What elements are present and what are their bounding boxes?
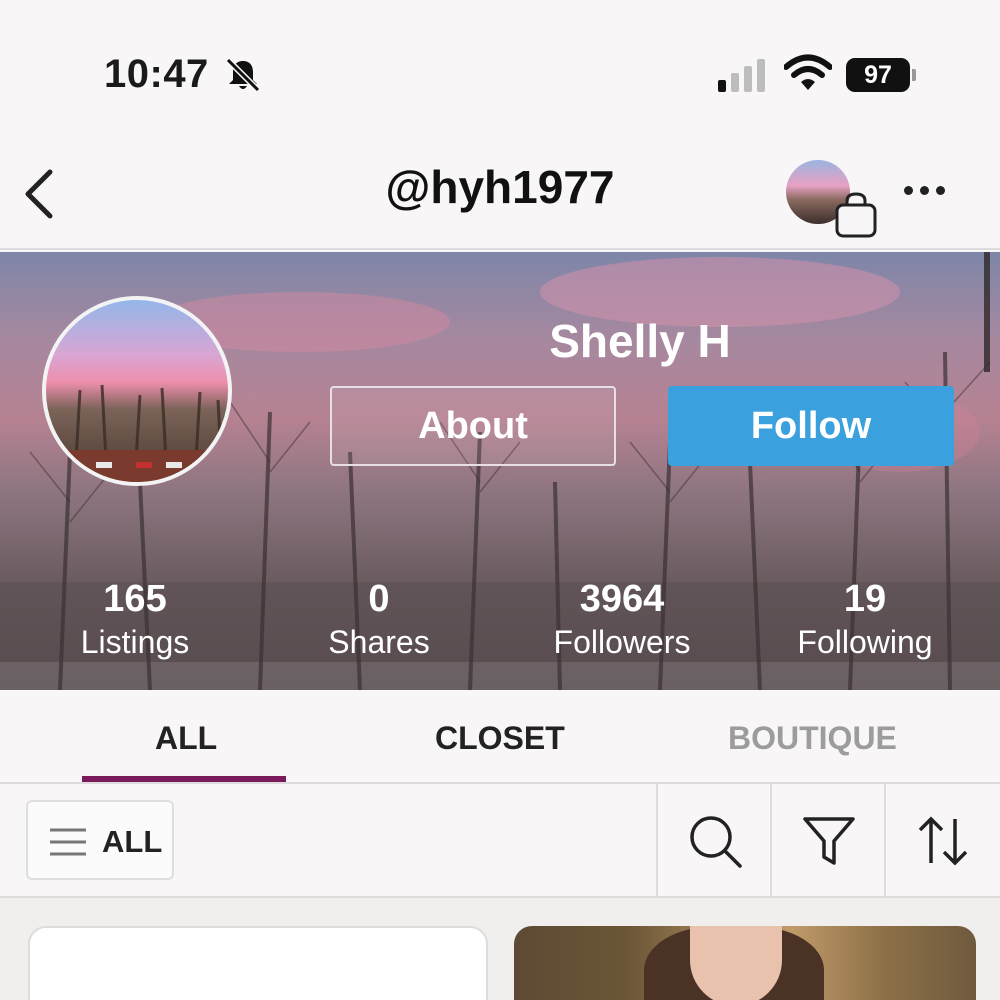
follow-button[interactable]: Follow bbox=[668, 386, 954, 466]
stat-label: Following bbox=[797, 624, 933, 660]
tab-closet[interactable]: CLOSET bbox=[435, 720, 565, 757]
tab-all[interactable]: ALL bbox=[155, 720, 217, 757]
about-button[interactable]: About bbox=[330, 386, 616, 466]
battery-tip bbox=[912, 69, 916, 81]
stat-label: Listings bbox=[80, 624, 190, 660]
listing-photo-face bbox=[690, 926, 782, 1000]
listing-card[interactable] bbox=[28, 926, 488, 1000]
closet-tabs: ALL CLOSET BOUTIQUE bbox=[0, 690, 1000, 784]
search-button[interactable] bbox=[656, 784, 770, 898]
stat-label: Shares bbox=[328, 624, 430, 660]
menu-icon bbox=[50, 828, 86, 856]
active-tab-indicator bbox=[82, 776, 286, 782]
stat-value: 3964 bbox=[579, 578, 665, 620]
filter-icon bbox=[803, 817, 855, 865]
tab-boutique[interactable]: BOUTIQUE bbox=[728, 720, 897, 757]
bell-slash-icon bbox=[225, 57, 261, 93]
profile-avatar[interactable] bbox=[42, 296, 232, 486]
status-bar: 10:47 97 bbox=[0, 0, 1000, 140]
profile-header: @hyh1977 bbox=[0, 140, 1000, 250]
profile-handle: @hyh1977 bbox=[385, 161, 615, 213]
wifi-icon bbox=[784, 54, 832, 90]
battery-level: 97 bbox=[846, 58, 910, 92]
back-icon[interactable] bbox=[20, 164, 60, 224]
shopping-bag-icon[interactable] bbox=[834, 192, 878, 238]
avatar-trees-image bbox=[46, 384, 228, 482]
profile-cover: Shelly H About Follow 165 Listings 0 Sha… bbox=[0, 252, 1000, 690]
stat-value: 0 bbox=[368, 578, 390, 620]
filter-button[interactable] bbox=[770, 784, 884, 898]
stat-listings[interactable]: 165 Listings bbox=[35, 578, 235, 664]
status-time: 10:47 bbox=[104, 52, 209, 96]
more-dot bbox=[936, 186, 945, 195]
filter-bar: ALL bbox=[0, 784, 1000, 898]
stat-following[interactable]: 19 Following bbox=[765, 578, 965, 664]
listing-grid bbox=[0, 898, 1000, 1000]
stat-label: Followers bbox=[553, 624, 691, 660]
stat-value: 165 bbox=[103, 578, 167, 620]
more-dot bbox=[904, 186, 913, 195]
listing-card[interactable] bbox=[514, 926, 976, 1000]
search-icon bbox=[690, 816, 742, 868]
category-filter-label: ALL bbox=[102, 824, 163, 859]
stat-value: 19 bbox=[843, 578, 887, 620]
sort-button[interactable] bbox=[884, 784, 998, 898]
more-icon[interactable] bbox=[904, 182, 954, 202]
display-name: Shelly H bbox=[549, 315, 731, 367]
stat-shares[interactable]: 0 Shares bbox=[279, 578, 479, 664]
category-filter-button[interactable]: ALL bbox=[26, 800, 174, 880]
stat-followers[interactable]: 3964 Followers bbox=[522, 578, 722, 664]
signal-icon bbox=[718, 59, 765, 92]
more-dot bbox=[920, 186, 929, 195]
sort-icon bbox=[918, 816, 968, 866]
battery-icon: 97 bbox=[846, 58, 918, 92]
